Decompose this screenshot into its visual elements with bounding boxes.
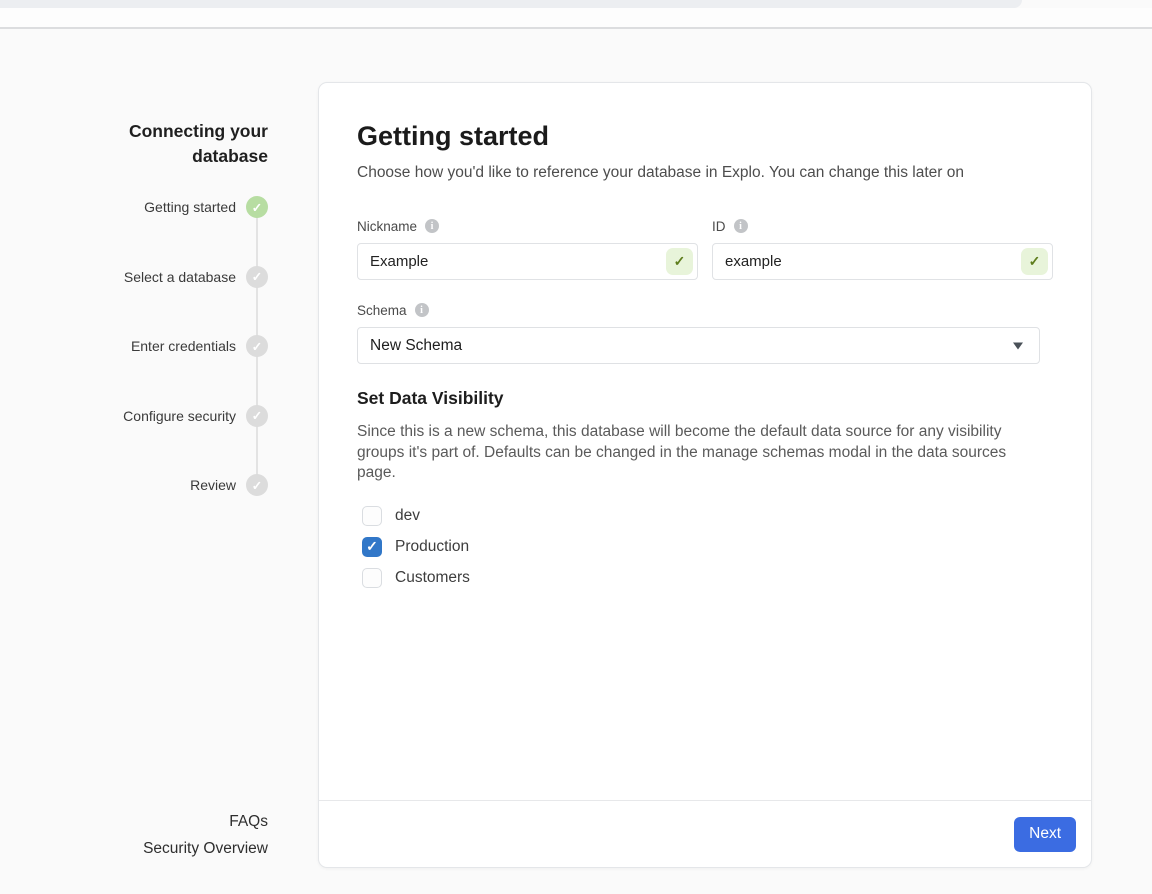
data-visibility-description: Since this is a new schema, this databas… xyxy=(357,422,1022,484)
nickname-input[interactable] xyxy=(357,243,698,280)
dev-checkbox[interactable] xyxy=(362,506,382,526)
step-label: Select a database xyxy=(124,269,236,285)
schema-label: Schema xyxy=(357,303,407,318)
customers-checkbox-label[interactable]: Customers xyxy=(395,569,470,587)
step-getting-started[interactable]: Getting started ✓ xyxy=(80,196,268,218)
visibility-group-row: dev xyxy=(357,506,1053,526)
check-circle-icon: ✓ xyxy=(246,266,268,288)
data-visibility-heading: Set Data Visibility xyxy=(357,388,1053,409)
check-circle-icon: ✓ xyxy=(246,335,268,357)
step-select-database[interactable]: Select a database ✓ xyxy=(80,266,268,288)
help-links: FAQs Security Overview xyxy=(40,809,268,862)
info-icon[interactable]: i xyxy=(415,303,429,317)
visibility-group-row: Customers xyxy=(357,568,1053,588)
card-body: Getting started Choose how you'd like to… xyxy=(319,83,1091,800)
nickname-field-group: Nickname i ✓ xyxy=(357,218,698,280)
dev-checkbox-label[interactable]: dev xyxy=(395,507,420,525)
customers-checkbox[interactable] xyxy=(362,568,382,588)
check-circle-icon: ✓ xyxy=(246,196,268,218)
page-subtitle: Choose how you'd like to reference your … xyxy=(357,164,1053,182)
step-label: Enter credentials xyxy=(131,338,236,354)
id-input[interactable] xyxy=(712,243,1053,280)
page-title: Getting started xyxy=(357,121,1053,152)
production-checkbox[interactable]: ✓ xyxy=(362,537,382,557)
security-overview-link[interactable]: Security Overview xyxy=(40,836,268,863)
faqs-link[interactable]: FAQs xyxy=(40,809,268,836)
browser-tab-strip xyxy=(0,0,1022,8)
valid-check-icon: ✓ xyxy=(1021,248,1048,275)
name-id-row: Nickname i ✓ ID i ✓ xyxy=(357,218,1053,280)
visibility-group-row: ✓ Production xyxy=(357,537,1053,557)
id-label: ID xyxy=(712,219,726,234)
step-label: Configure security xyxy=(123,408,236,424)
card-footer: Next xyxy=(319,800,1091,867)
browser-chrome-divider xyxy=(0,27,1152,29)
chevron-down-icon xyxy=(1013,342,1023,349)
step-label: Getting started xyxy=(144,199,236,215)
step-configure-security[interactable]: Configure security ✓ xyxy=(80,405,268,427)
id-field-group: ID i ✓ xyxy=(712,218,1053,280)
schema-selected-value: New Schema xyxy=(370,337,462,355)
production-checkbox-label[interactable]: Production xyxy=(395,538,469,556)
wizard-title: Connecting your database xyxy=(80,119,268,169)
browser-chrome-band xyxy=(0,8,1152,27)
valid-check-icon: ✓ xyxy=(666,248,693,275)
next-button[interactable]: Next xyxy=(1014,817,1076,852)
check-circle-icon: ✓ xyxy=(246,405,268,427)
step-review[interactable]: Review ✓ xyxy=(80,474,268,496)
info-icon[interactable]: i xyxy=(425,219,439,233)
nickname-label: Nickname xyxy=(357,219,417,234)
schema-select[interactable]: New Schema xyxy=(357,327,1040,364)
step-label: Review xyxy=(190,477,236,493)
wizard-stepper: Getting started ✓ Select a database ✓ En… xyxy=(80,196,268,544)
visibility-group-list: dev ✓ Production Customers xyxy=(357,506,1053,588)
getting-started-card: Getting started Choose how you'd like to… xyxy=(318,82,1092,868)
info-icon[interactable]: i xyxy=(734,219,748,233)
step-enter-credentials[interactable]: Enter credentials ✓ xyxy=(80,335,268,357)
check-circle-icon: ✓ xyxy=(246,474,268,496)
schema-field-group: Schema i New Schema xyxy=(357,302,1053,364)
